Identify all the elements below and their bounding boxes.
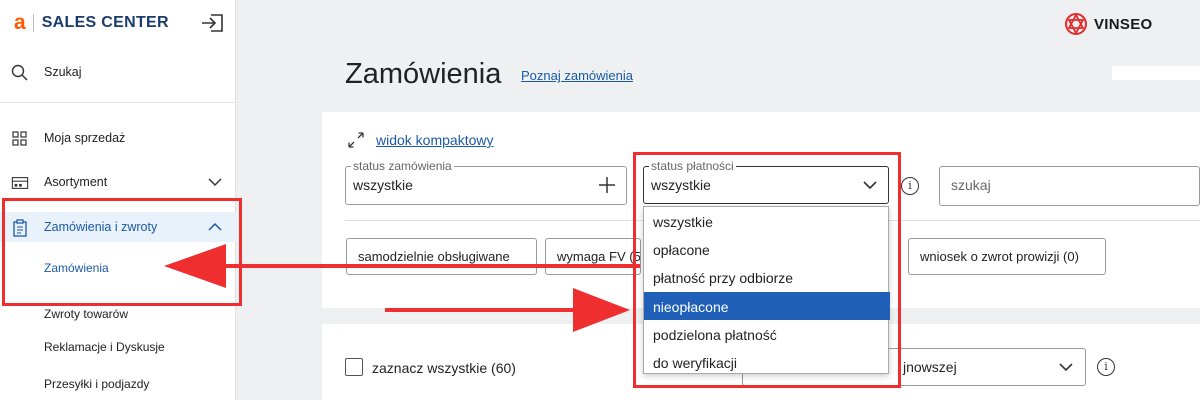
panel-edge <box>1112 66 1200 80</box>
annotation-highlight-dropdown <box>633 152 901 388</box>
brand-letter: a <box>14 11 26 34</box>
order-status-select[interactable]: status zamówienia wszystkie <box>345 159 627 205</box>
field-legend: status zamówienia <box>351 159 454 173</box>
compact-view-label: widok kompaktowy <box>376 132 494 148</box>
search-placeholder: szukaj <box>951 177 991 193</box>
sidebar-item-my-sales[interactable]: Moja sprzedaż <box>0 123 236 153</box>
brand-separator <box>32 14 34 32</box>
sidebar-item-label: Moja sprzedaż <box>44 131 126 145</box>
sidebar-subitem-label: Zwroty towarów <box>44 307 129 321</box>
brand-logo[interactable]: a SALES CENTER <box>14 12 169 34</box>
divider <box>0 102 236 103</box>
select-all-checkbox[interactable] <box>345 358 363 376</box>
sidebar-subitem-label: Reklamacje i Dyskusje <box>44 340 165 354</box>
select-all-label: zaznacz wszystkie (60) <box>372 360 516 376</box>
sidebar-subitem-complaints[interactable]: Reklamacje i Dyskusje <box>0 332 236 362</box>
search-icon <box>11 64 28 81</box>
search-input[interactable]: szukaj <box>939 166 1200 206</box>
sidebar-item-label: Szukaj <box>44 65 82 79</box>
vinseo-brand-text: VINSEO <box>1094 15 1153 33</box>
vinseo-logo: VINSEO <box>1064 12 1152 36</box>
filter-chip-commission-refund[interactable]: wniosek o zwrot prowizji (0) <box>908 238 1106 275</box>
chevron-down-icon <box>208 178 222 187</box>
sidebar-subitem-shipments[interactable]: Przesyłki i podjazdy <box>0 369 236 399</box>
grid-icon <box>12 131 27 146</box>
expand-icon <box>348 132 364 148</box>
sort-value: jnowszej <box>903 359 957 375</box>
storefront-icon <box>11 177 29 189</box>
filter-chip-self-handled[interactable]: samodzielnie obsługiwane <box>346 238 537 275</box>
chevron-down-icon[interactable] <box>1058 362 1074 372</box>
help-link[interactable]: Poznaj zamówienia <box>521 68 633 83</box>
plus-icon[interactable] <box>598 176 616 194</box>
annotation-highlight-sidebar <box>2 198 242 306</box>
logout-icon[interactable] <box>200 11 226 35</box>
compact-view-toggle[interactable]: widok kompaktowy <box>346 130 494 150</box>
info-icon[interactable]: i <box>1097 358 1115 376</box>
sidebar-item-assortment[interactable]: Asortyment <box>0 167 236 197</box>
sidebar-subitem-label: Przesyłki i podjazdy <box>44 377 150 391</box>
sidebar-item-search[interactable]: Szukaj <box>0 57 236 87</box>
filter-chip-requires-invoice[interactable]: wymaga FV (5 <box>545 238 641 275</box>
vinseo-logo-icon <box>1065 13 1087 35</box>
page-title: Zamówienia <box>345 58 502 90</box>
brand-name: SALES CENTER <box>41 14 169 31</box>
field-value: wszystkie <box>353 177 413 193</box>
sidebar-item-label: Asortyment <box>44 175 108 189</box>
info-icon[interactable]: i <box>901 177 919 195</box>
